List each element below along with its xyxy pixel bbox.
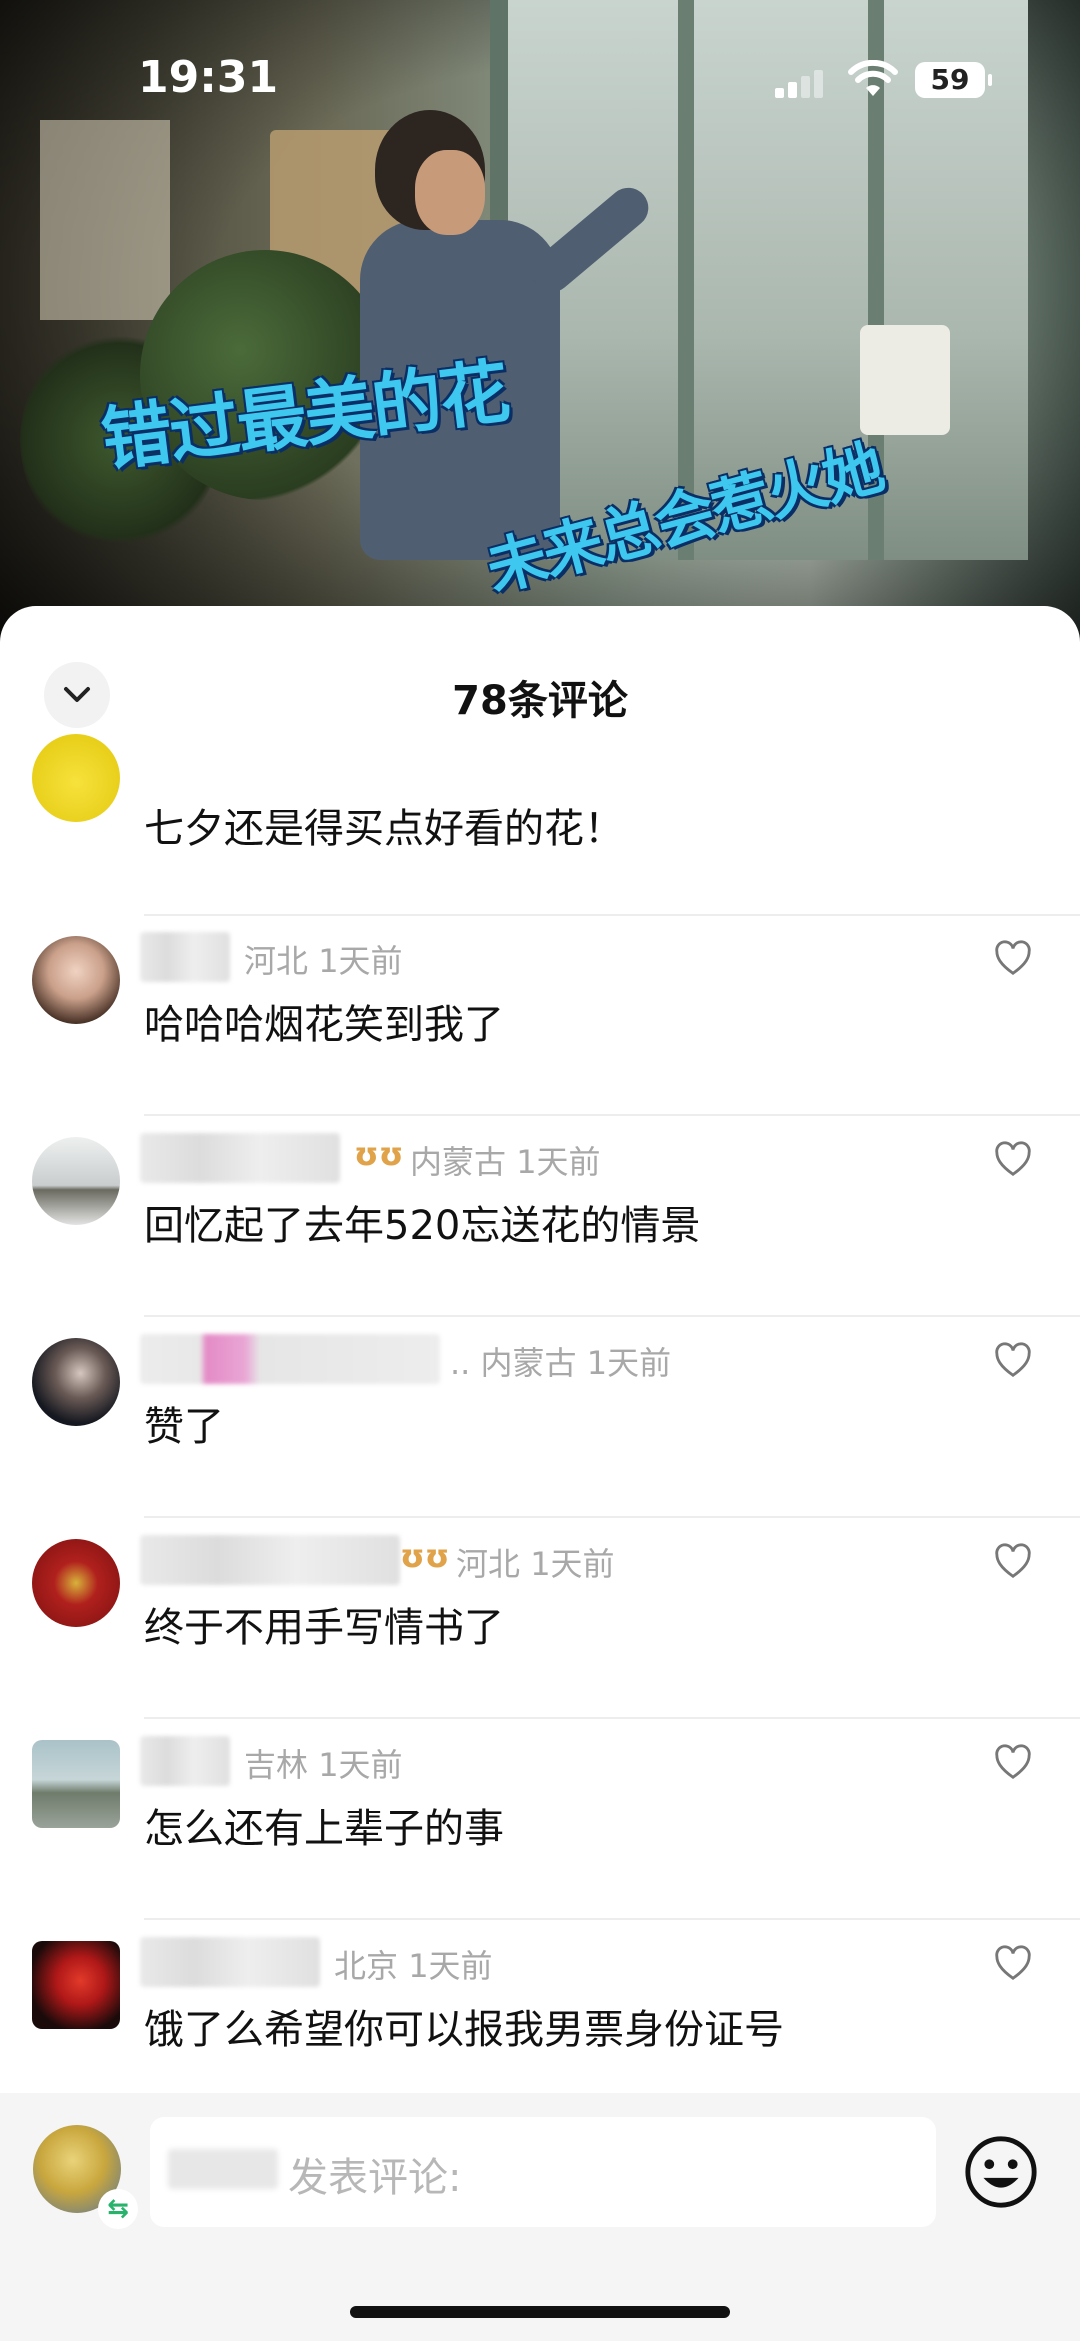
- comment-meta: 内蒙古 1天前: [410, 1137, 601, 1183]
- blurred-username: [168, 2149, 278, 2189]
- comment-time: 1天前: [586, 1344, 672, 1382]
- divider: [144, 1114, 1080, 1116]
- comment-text: 回忆起了去年520忘送花的情景: [144, 1203, 701, 1249]
- comment-location: 吉林: [244, 1746, 309, 1784]
- username-ellipsis: ..: [450, 1344, 471, 1382]
- heart-outline-icon[interactable]: [994, 1543, 1032, 1581]
- comment-item[interactable]: .. 内蒙古 1天前 赞了: [0, 1318, 1080, 1518]
- username[interactable]: [140, 1535, 400, 1585]
- heart-outline-icon[interactable]: [994, 1141, 1032, 1179]
- comment-meta: 吉林 1天前: [244, 1740, 403, 1786]
- username[interactable]: [140, 1133, 340, 1183]
- video-player[interactable]: 错过最美的花 未来总会惹火她 19:31 59: [0, 0, 1080, 640]
- comment-sheet: 78条评论 七夕还是得买点好看的花！ 河北 1天前 哈哈哈烟花笑到我了 ʊʊ 内…: [0, 606, 1080, 2341]
- cellular-signal-icon: [775, 68, 825, 98]
- comment-location: 内蒙古: [410, 1143, 507, 1181]
- comment-location: 河北: [456, 1545, 521, 1583]
- divider: [144, 1516, 1080, 1518]
- comment-input[interactable]: 发表评论:: [150, 2117, 936, 2227]
- mug: [860, 325, 950, 435]
- comment-item[interactable]: 北京 1天前 饿了么希望你可以报我男票身份证号: [0, 1921, 1080, 2121]
- comment-item[interactable]: 七夕还是得买点好看的花！: [0, 694, 1080, 916]
- comment-meta: 河北 1天前: [456, 1539, 615, 1585]
- battery-icon: 59: [915, 62, 992, 98]
- vip-badge-icon: ʊʊ: [354, 1135, 404, 1173]
- comment-text: 哈哈哈烟花笑到我了: [144, 1002, 504, 1048]
- avatar[interactable]: [32, 1137, 120, 1225]
- divider: [144, 1315, 1080, 1317]
- wall-picture: [40, 120, 170, 320]
- avatar[interactable]: [32, 1539, 120, 1627]
- home-indicator: [350, 2306, 730, 2318]
- divider: [144, 1717, 1080, 1719]
- comment-time: 1天前: [530, 1545, 615, 1583]
- wifi-icon: [848, 60, 898, 96]
- person-face: [415, 150, 485, 235]
- comment-time: 1天前: [408, 1947, 493, 1985]
- comment-location: 内蒙古: [480, 1344, 577, 1382]
- comment-item[interactable]: ʊʊ 内蒙古 1天前 回忆起了去年520忘送花的情景: [0, 1117, 1080, 1317]
- avatar[interactable]: [32, 1338, 120, 1426]
- emoji-icon[interactable]: [962, 2133, 1040, 2211]
- comment-meta: 北京 1天前: [334, 1941, 493, 1987]
- comment-text: 赞了: [144, 1404, 224, 1450]
- username[interactable]: [140, 1334, 440, 1384]
- comment-item[interactable]: 吉林 1天前 怎么还有上辈子的事: [0, 1720, 1080, 1920]
- comment-time: 1天前: [318, 1746, 403, 1784]
- heart-outline-icon[interactable]: [994, 1945, 1032, 1983]
- avatar[interactable]: [32, 1941, 120, 2029]
- username[interactable]: [140, 932, 230, 982]
- vip-badge-icon: ʊʊ: [400, 1537, 450, 1575]
- comment-text: 怎么还有上辈子的事: [144, 1806, 504, 1852]
- heart-outline-icon[interactable]: [994, 1342, 1032, 1380]
- comment-location: 北京: [334, 1947, 399, 1985]
- divider: [144, 1918, 1080, 1920]
- comment-time: 1天前: [318, 942, 403, 980]
- avatar[interactable]: [32, 936, 120, 1024]
- status-time: 19:31: [138, 52, 279, 103]
- comment-text: 饿了么希望你可以报我男票身份证号: [144, 2007, 784, 2053]
- username[interactable]: [140, 1937, 320, 1987]
- comment-meta: .. 内蒙古 1天前: [450, 1338, 671, 1384]
- comment-text: 终于不用手写情书了: [144, 1605, 504, 1651]
- comment-text: 七夕还是得买点好看的花！: [144, 806, 624, 852]
- comment-item[interactable]: ʊʊ 河北 1天前 终于不用手写情书了: [0, 1519, 1080, 1719]
- heart-outline-icon[interactable]: [994, 1744, 1032, 1782]
- avatar[interactable]: [32, 1740, 120, 1828]
- comment-item[interactable]: 河北 1天前 哈哈哈烟花笑到我了: [0, 916, 1080, 1116]
- heart-outline-icon[interactable]: [994, 940, 1032, 978]
- switch-account-icon[interactable]: ⇆: [98, 2189, 138, 2229]
- username[interactable]: [140, 1736, 230, 1786]
- comment-meta: 河北 1天前: [244, 936, 403, 982]
- comment-location: 河北: [244, 942, 309, 980]
- avatar[interactable]: [32, 734, 120, 822]
- input-placeholder: 发表评论:: [288, 2155, 462, 2201]
- comment-time: 1天前: [516, 1143, 601, 1181]
- comment-input-bar: ⇆ 发表评论:: [0, 2093, 1080, 2341]
